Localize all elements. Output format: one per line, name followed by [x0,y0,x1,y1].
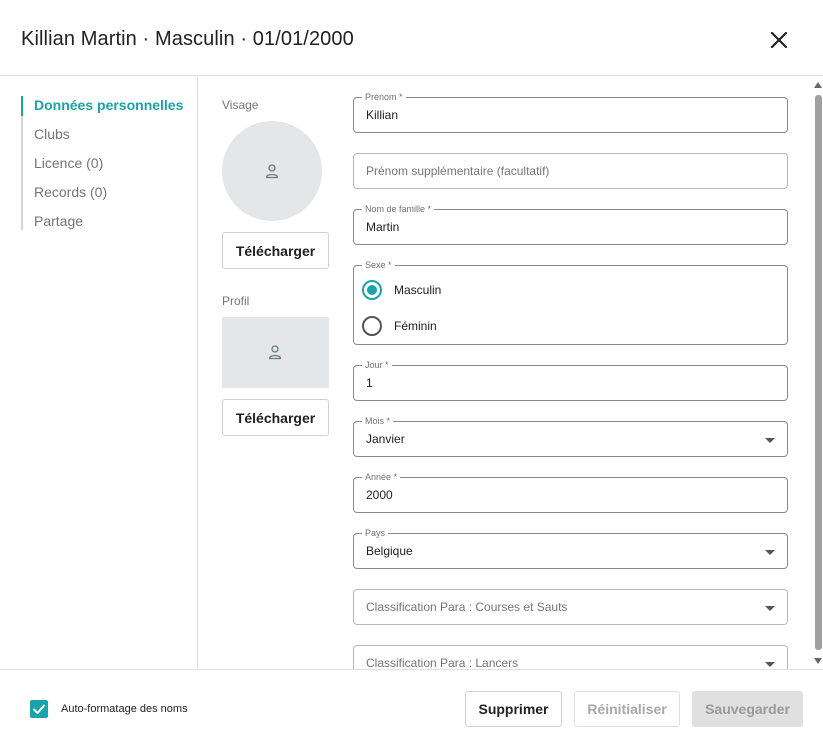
last-name-label: Nom de famille * [362,204,435,215]
radio-label: Masculin [394,283,442,297]
radio-label: Féminin [394,319,437,333]
dialog-header: Killian Martin · Masculin · 01/01/2000 [0,0,823,76]
sex-label: Sexe * [362,260,395,271]
profile-label: Profil [222,294,250,308]
country-value: Belgique [366,544,413,558]
scrollbar-thumb[interactable] [815,95,822,650]
nav-item-personal-data[interactable]: Données personnelles [34,97,183,113]
close-button[interactable] [766,27,792,53]
para-throws-placeholder: Classification Para : Lancers [366,656,519,670]
delete-button[interactable]: Supprimer [465,691,562,727]
chevron-down-icon[interactable] [765,550,775,555]
radio-option-feminin[interactable]: Féminin [362,316,437,336]
upload-profile-button[interactable]: Télécharger [222,399,329,436]
year-value: 2000 [366,488,393,502]
scroll-up-arrow-icon[interactable] [814,82,822,88]
month-label: Mois * [362,416,394,427]
last-name-value: Martin [366,220,400,234]
nav-item-clubs[interactable]: Clubs [34,126,70,142]
upload-face-button[interactable]: Télécharger [222,232,329,269]
day-value: 1 [366,376,373,390]
day-field[interactable]: Jour * 1 [353,360,788,401]
radio-button-selected[interactable] [362,280,382,300]
reset-button[interactable]: Réinitialiser [574,691,680,727]
month-select[interactable]: Mois * Janvier [353,416,788,457]
first-name-label: Prénom * [362,92,406,103]
year-label: Année * [362,472,401,483]
face-label: Visage [222,98,259,112]
first-name-field[interactable]: Prénom * Killian [353,92,788,133]
first-name-value: Killian [366,108,399,122]
last-name-field[interactable]: Nom de famille * Martin [353,204,788,245]
chevron-down-icon[interactable] [765,662,775,667]
save-button[interactable]: Sauvegarder [692,691,803,727]
close-icon[interactable] [766,27,792,53]
nav-item-records[interactable]: Records (0) [34,184,107,200]
chevron-down-icon[interactable] [765,438,775,443]
extra-first-name-placeholder: Prénom supplémentaire (facultatif) [366,164,550,178]
person-icon [268,345,282,360]
month-value: Janvier [366,432,405,446]
profile-avatar [222,317,329,388]
face-avatar [222,121,322,221]
country-select[interactable]: Pays Belgique [353,528,788,569]
nav-item-licence[interactable]: Licence (0) [34,155,103,171]
checkmark-icon [33,704,45,714]
autoformat-label: Auto-formatage des noms [61,703,188,715]
page-title: Killian Martin · Masculin · 01/01/2000 [21,28,354,50]
extra-first-name-field[interactable]: Prénom supplémentaire (facultatif) [353,153,788,189]
radio-button[interactable] [362,316,382,336]
year-field[interactable]: Année * 2000 [353,472,788,513]
dialog-footer: Auto-formatage des noms Supprimer Réinit… [0,669,823,742]
chevron-down-icon[interactable] [765,606,775,611]
scrollbar[interactable] [813,77,823,669]
para-running-select[interactable]: Classification Para : Courses et Sauts [353,589,788,625]
day-label: Jour * [362,360,392,371]
autoformat-checkbox[interactable] [30,700,48,718]
sex-radio-group: Sexe * Masculin Féminin [353,260,788,345]
person-icon [265,164,279,179]
scroll-down-arrow-icon[interactable] [814,658,822,664]
para-running-placeholder: Classification Para : Courses et Sauts [366,600,568,614]
radio-option-masculin[interactable]: Masculin [362,280,441,300]
nav-item-sharing[interactable]: Partage [34,213,83,229]
country-label: Pays [362,528,389,539]
